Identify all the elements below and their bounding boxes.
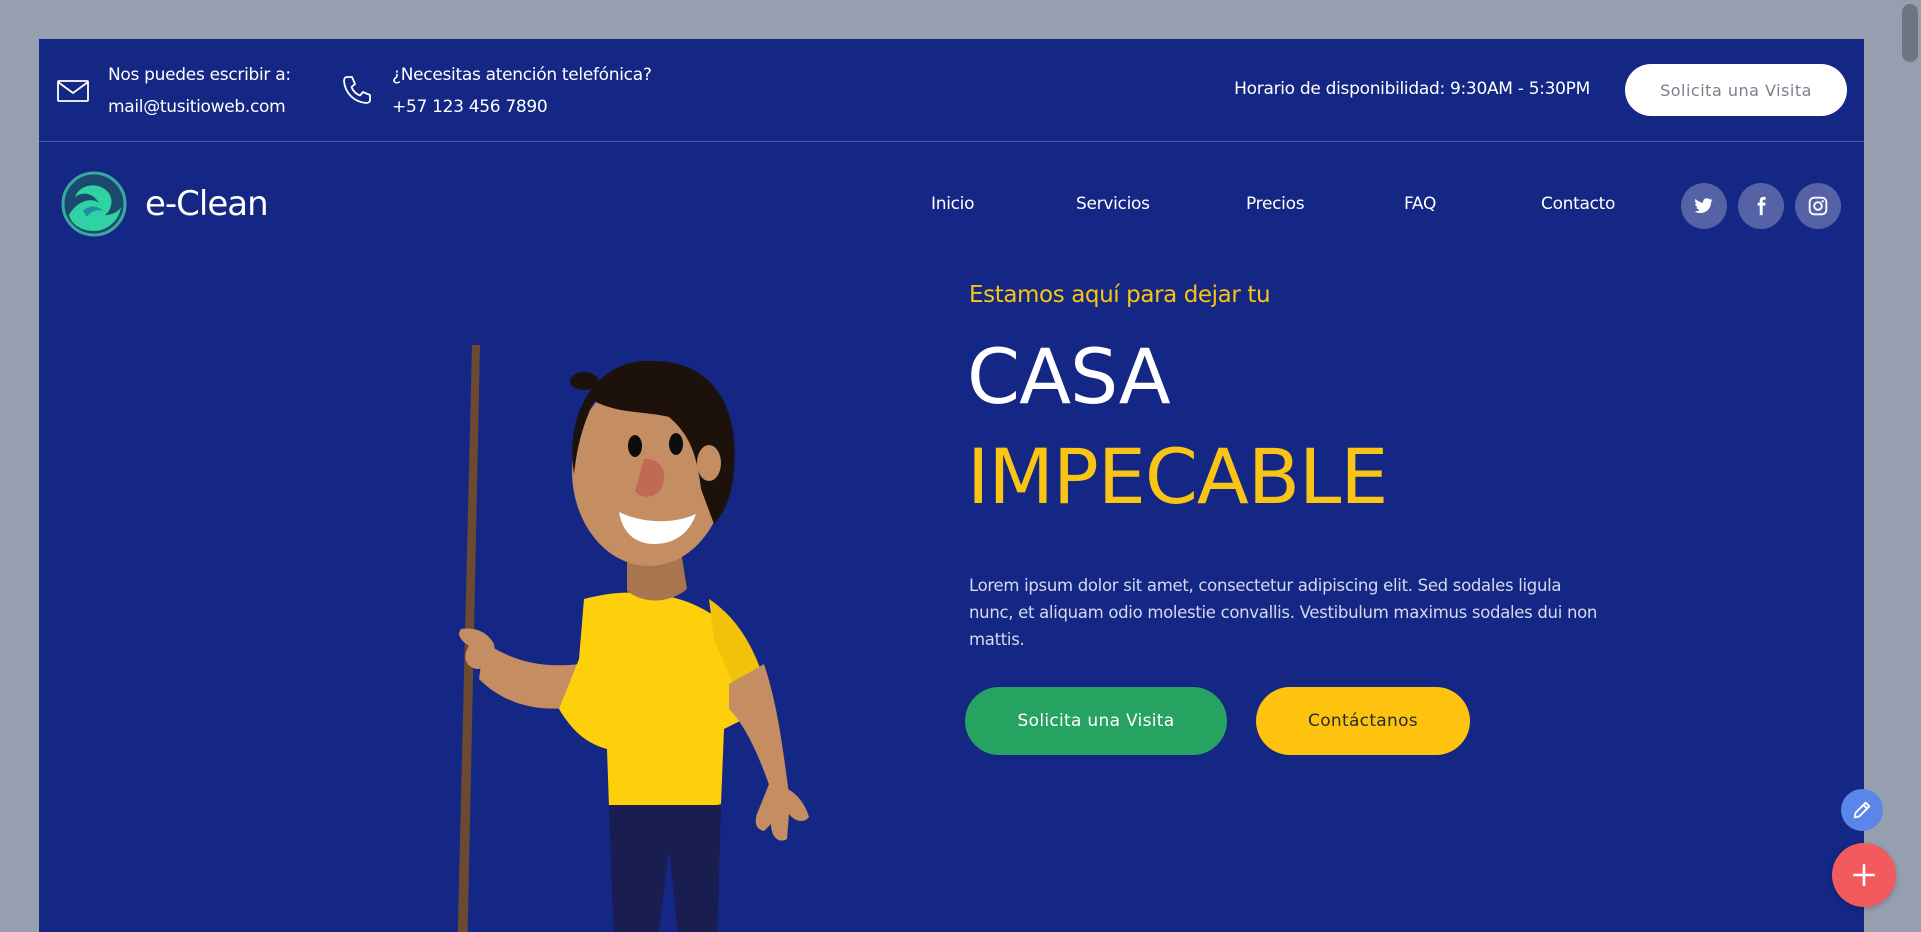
pencil-icon [1853,801,1871,819]
contact-button[interactable]: Contáctanos [1256,687,1470,755]
email-label: Nos puedes escribir a: [108,65,291,85]
top-bar: Nos puedes escribir a: mail@tusitioweb.c… [39,39,1864,142]
brand-name[interactable]: e-Clean [145,184,269,224]
cleaner-illustration [457,345,809,932]
request-visit-top-button[interactable]: Solicita una Visita [1625,64,1847,116]
facebook-button[interactable] [1738,183,1784,229]
twitter-button[interactable] [1681,183,1727,229]
add-fab-button[interactable] [1832,843,1896,907]
page-frame: Nos puedes escribir a: mail@tusitioweb.c… [39,39,1864,932]
instagram-button[interactable] [1795,183,1841,229]
hero-kicker: Estamos aquí para dejar tu [969,282,1271,308]
availability-hours: Horario de disponibilidad: 9:30AM - 5:30… [1234,79,1590,99]
phone-icon [343,76,371,104]
nav-contacto[interactable]: Contacto [1541,194,1615,214]
nav-inicio[interactable]: Inicio [931,194,974,214]
facebook-icon [1757,196,1766,216]
nav-precios[interactable]: Precios [1246,194,1305,214]
envelope-icon [57,80,89,102]
nav-faq[interactable]: FAQ [1404,194,1436,214]
phone-contact: ¿Necesitas atención telefónica? +57 123 … [340,59,652,123]
scrollbar-thumb[interactable] [1902,4,1918,62]
phone-value[interactable]: +57 123 456 7890 [392,91,652,123]
instagram-icon [1808,196,1828,216]
plus-icon [1852,863,1876,887]
phone-label: ¿Necesitas atención telefónica? [392,65,652,85]
nav-servicios[interactable]: Servicios [1076,194,1150,214]
hero-title-line2: IMPECABLE [967,432,1388,521]
hero-title-line1: CASA [967,332,1171,421]
email-contact: Nos puedes escribir a: mail@tusitioweb.c… [56,59,291,123]
email-value[interactable]: mail@tusitioweb.com [108,91,291,123]
edit-fab-button[interactable] [1841,789,1883,831]
brand-logo[interactable] [61,171,127,237]
twitter-icon [1694,198,1713,214]
request-visit-button[interactable]: Solicita una Visita [965,687,1227,755]
hero-description: Lorem ipsum dolor sit amet, consectetur … [969,576,1598,649]
